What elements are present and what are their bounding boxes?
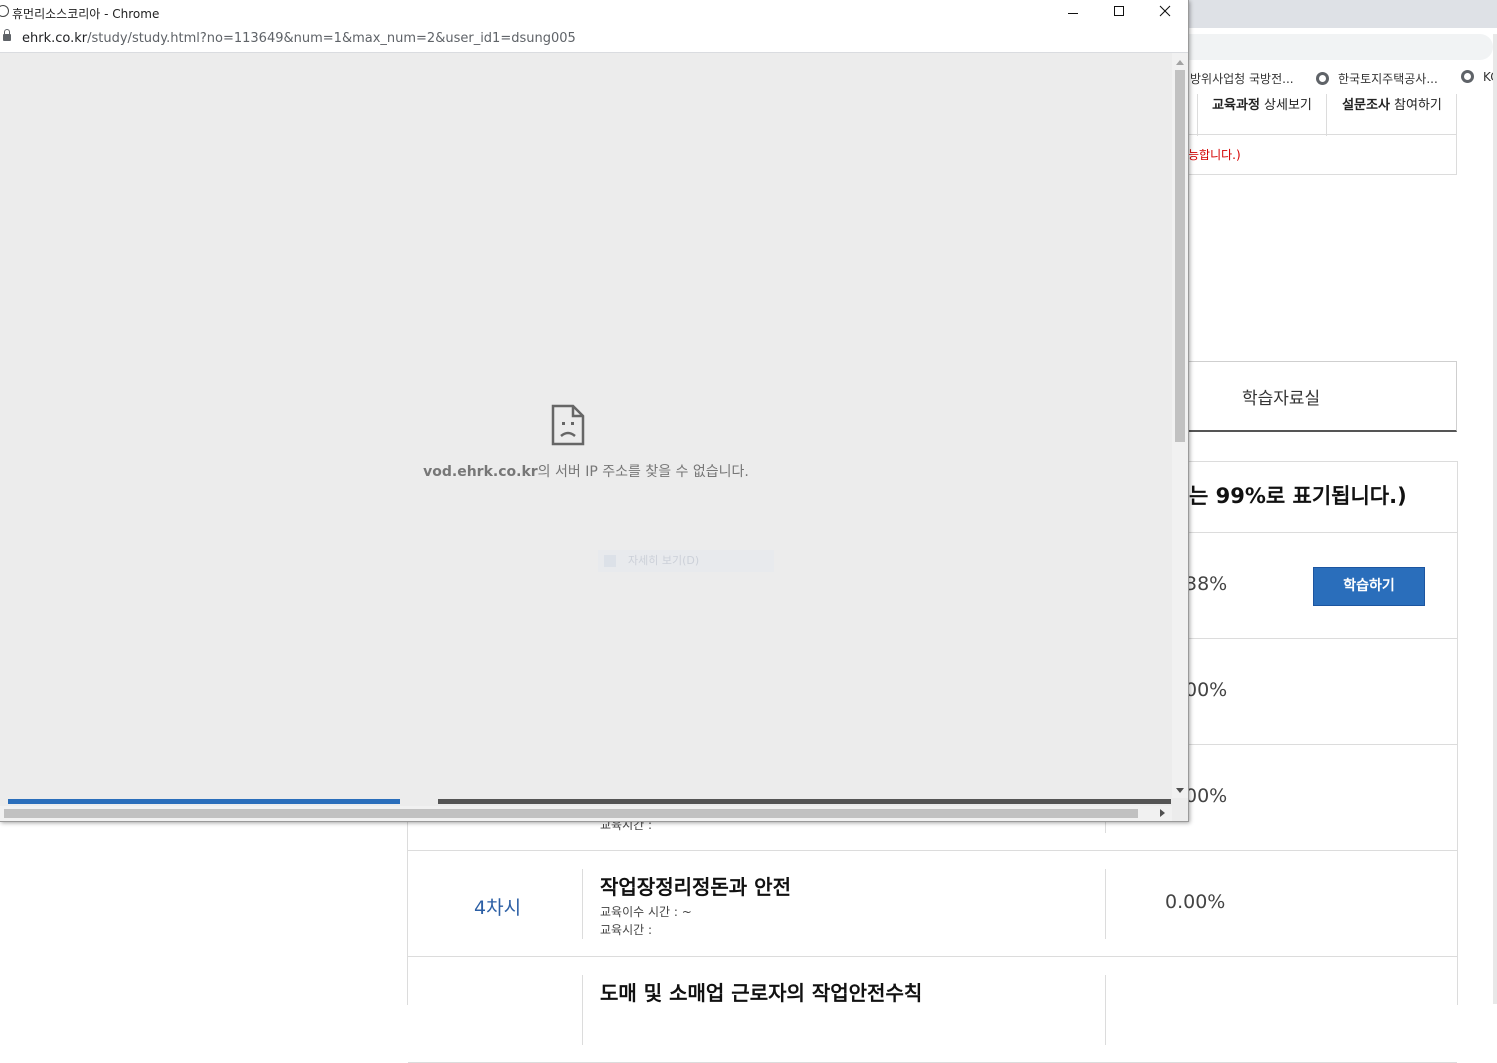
survey-bold: 설문조사 [1342,98,1390,113]
address-bar[interactable]: ehrk.co.kr/study/study.html?no=113649&nu… [0,26,1188,53]
sad-page-icon [551,404,585,446]
bookmark-label: 방위사업청 국방전... [1190,72,1294,86]
course-detail-button[interactable]: 교육과정 상세보기 [1197,94,1326,136]
progress-percent: 00% [1185,679,1228,701]
window-title: 휴먼리소스코리아 - Chrome [12,7,160,21]
progress-percent: 38% [1185,573,1228,595]
maximize-icon [1114,6,1124,16]
url-host: ehrk.co.kr [22,31,88,46]
scroll-right-icon[interactable] [1160,809,1165,817]
url-path: /study/study.html?no=113649&num=1&max_nu… [87,31,576,46]
bookmark-item[interactable]: 방위사업청 국방전... [1190,70,1294,87]
survey-button[interactable]: 설문조사 참여하기 [1326,94,1457,136]
vertical-scrollbar[interactable] [1172,53,1188,798]
column-divider [582,869,583,939]
video-progress-bar[interactable] [0,798,1172,806]
globe-icon [1461,70,1474,83]
scroll-thumb[interactable] [1175,70,1185,442]
favicon-icon [0,5,9,17]
error-text: 의 서버 IP 주소를 찾을 수 없습니다. [537,464,749,480]
minimize-icon [1068,13,1078,14]
progress-percent: 00% [1185,785,1228,807]
globe-icon [1316,72,1329,85]
course-action-box: 교육과정 상세보기 설문조사 참여하기 능합니다.) [1188,94,1457,175]
column-divider [582,975,583,1045]
maximize-button[interactable] [1096,0,1142,22]
table-row: 4차시 작업장정리정돈과 안전 교육이수 시간 : ~ 교육시간 : 0.00% [408,851,1457,957]
bookmark-label: 한국토지주택공사... [1338,72,1438,86]
background-tab-strip [1188,0,1497,28]
course-detail-bold: 교육과정 [1212,98,1260,113]
page-content: vod.ehrk.co.kr의 서버 IP 주소를 찾을 수 없습니다. 자세히… [0,53,1172,798]
tab-materials-label: 학습자료실 [1242,389,1321,409]
close-button[interactable] [1142,0,1188,22]
scroll-thumb[interactable] [4,809,1138,818]
bookmark-item[interactable]: KC [1461,70,1497,84]
title-bar[interactable]: 휴먼리소스코리아 - Chrome [0,0,1188,26]
column-divider [1105,975,1106,1045]
tab-materials[interactable]: 학습자료실 [1188,361,1457,432]
study-button[interactable]: 학습하기 [1313,567,1425,606]
error-message: vod.ehrk.co.kr의 서버 IP 주소를 찾을 수 없습니다. [0,461,1172,481]
bookmarks-bar: 방위사업청 국방전... 한국토지주택공사... KC [1188,64,1497,92]
error-host: vod.ehrk.co.kr [423,464,538,480]
minimize-button[interactable] [1050,0,1096,22]
close-icon [1159,5,1171,17]
notice-text: 능합니다.) [1188,148,1241,162]
video-progress-fill [8,799,400,804]
course-detail-rest: 상세보기 [1259,98,1312,113]
horizontal-scrollbar[interactable] [0,806,1172,821]
url-text[interactable]: ehrk.co.kr/study/study.html?no=113649&nu… [22,31,576,46]
lock-icon [3,29,11,41]
divider [1188,134,1456,135]
completion-time: 교육이수 시간 : ~ [600,905,692,919]
background-scrollbar[interactable] [1493,34,1497,1004]
education-time: 교육시간 : [600,923,653,937]
lesson-number[interactable]: 4차시 [474,893,521,920]
lesson-title: 작업장정리정돈과 안전 [600,875,791,899]
video-buffer-bar [438,799,1171,804]
lesson-title: 도매 및 소매업 근로자의 작업안전수칙 [600,981,923,1005]
scroll-up-icon[interactable] [1176,60,1184,65]
popup-window: 휴먼리소스코리아 - Chrome ehrk.co.kr/study/study… [0,0,1189,822]
table-row: 도매 및 소매업 근로자의 작업안전수칙 [408,957,1457,1063]
details-button[interactable]: 자세히 보기(D) [598,550,774,572]
header-note: 는 99%로 표기됩니다.) [1189,484,1407,508]
background-address-bar[interactable] [1188,34,1493,60]
column-divider [1105,869,1106,939]
survey-rest: 참여하기 [1389,98,1442,113]
bookmark-item[interactable]: 한국토지주택공사... [1316,70,1438,87]
scroll-down-icon[interactable] [1176,788,1184,793]
progress-percent: 0.00% [1165,891,1226,913]
